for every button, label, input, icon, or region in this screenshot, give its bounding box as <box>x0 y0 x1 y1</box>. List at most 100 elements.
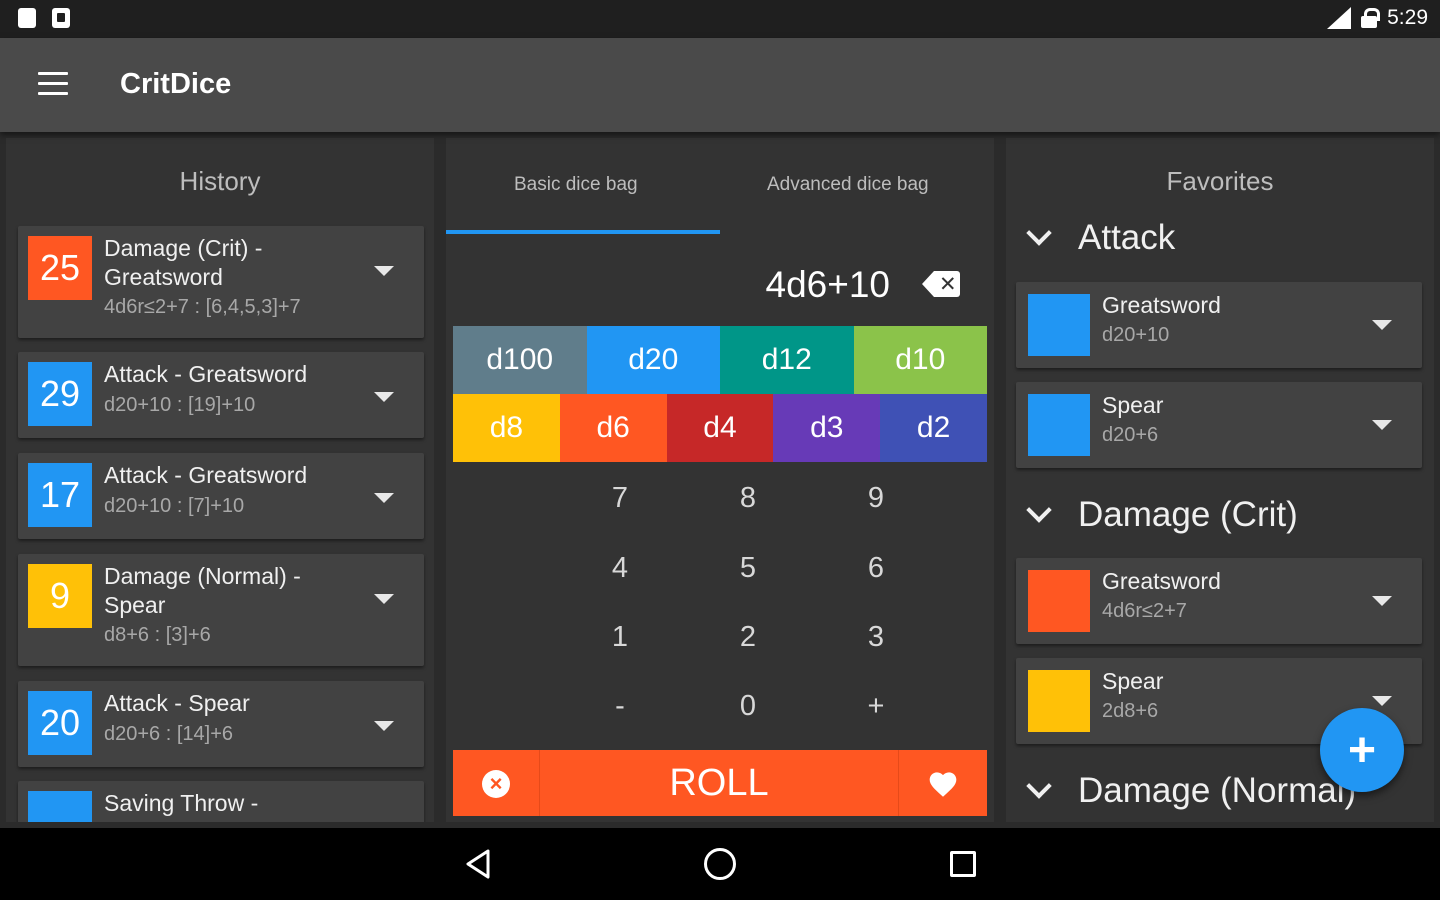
tab-advanced-dice-bag[interactable]: Advanced dice bag <box>767 174 929 196</box>
history-panel: History 25 Damage (Crit) - Greatsword 4d… <box>6 138 434 822</box>
favorites-header: Favorites <box>1166 166 1274 196</box>
lock-icon <box>1361 8 1381 28</box>
status-bar: 5:29 <box>0 0 1440 38</box>
key-2[interactable]: 2 <box>698 607 798 667</box>
history-item-formula: d20+10 : [19]+10 <box>104 394 256 416</box>
key-1[interactable]: 1 <box>570 607 670 667</box>
die-d12-button[interactable]: d12 <box>720 326 854 394</box>
result-badge: 29 <box>28 362 92 426</box>
history-item[interactable]: Saving Throw - <box>18 781 424 822</box>
history-item-formula: d8+6 : [3]+6 <box>104 624 211 646</box>
navigation-bar <box>0 828 1440 900</box>
key-3[interactable]: 3 <box>826 607 926 667</box>
sd-card-icon <box>18 8 36 28</box>
dropdown-arrow-icon[interactable] <box>374 594 394 604</box>
notification-icon <box>52 8 70 28</box>
app-title: CritDice <box>120 68 232 100</box>
favorite-item-formula: d20+6 <box>1102 424 1159 446</box>
favorite-item[interactable]: Greatsword 4d6r≤2+7 <box>1016 558 1422 644</box>
history-item-title: Attack - Greatsword <box>104 361 308 387</box>
favorite-item-formula: 4d6r≤2+7 <box>1102 600 1187 622</box>
roll-bar: × ROLL <box>453 750 987 816</box>
favorite-item-name: Greatsword <box>1102 568 1221 594</box>
history-item[interactable]: 25 Damage (Crit) - Greatsword 4d6r≤2+7 :… <box>18 226 424 338</box>
favorite-button[interactable] <box>899 750 987 816</box>
favorite-color-swatch <box>1028 570 1090 632</box>
dice-row-1: d100 d20 d12 d10 <box>453 326 987 394</box>
dropdown-arrow-icon[interactable] <box>374 392 394 402</box>
history-item-title: Damage (Crit) - Greatsword <box>104 235 263 290</box>
favorite-group-attack[interactable]: Attack <box>1024 218 1175 258</box>
add-favorite-button[interactable]: + <box>1320 708 1404 792</box>
recents-icon[interactable] <box>950 851 976 877</box>
key-5[interactable]: 5 <box>698 538 798 598</box>
history-item[interactable]: 9 Damage (Normal) - Spear d8+6 : [3]+6 <box>18 554 424 666</box>
dice-bag-panel: Basic dice bag Advanced dice bag 4d6+10 … <box>446 138 994 822</box>
die-d20-button[interactable]: d20 <box>586 326 720 394</box>
app-bar: CritDice <box>0 38 1440 132</box>
history-header: History <box>179 166 261 196</box>
die-d2-button[interactable]: d2 <box>880 394 987 462</box>
die-d6-button[interactable]: d6 <box>559 394 667 462</box>
key-0[interactable]: 0 <box>698 676 798 736</box>
dice-row-2: d8 d6 d4 d3 d2 <box>453 394 987 462</box>
key-6[interactable]: 6 <box>826 538 926 598</box>
tab-basic-dice-bag[interactable]: Basic dice bag <box>514 174 638 196</box>
heart-icon <box>929 772 957 797</box>
die-d8-button[interactable]: d8 <box>453 394 560 462</box>
dropdown-arrow-icon[interactable] <box>374 493 394 503</box>
favorite-item-name: Greatsword <box>1102 292 1221 318</box>
favorite-item[interactable]: Greatsword d20+10 <box>1016 282 1422 368</box>
dropdown-arrow-icon[interactable] <box>1372 696 1392 706</box>
history-item-title: Attack - Spear <box>104 690 250 716</box>
die-d100-button[interactable]: d100 <box>453 326 587 394</box>
roll-button[interactable]: ROLL <box>539 750 899 816</box>
result-badge: 9 <box>28 564 92 628</box>
favorite-group-damage-crit[interactable]: Damage (Crit) <box>1024 495 1298 535</box>
dropdown-arrow-icon[interactable] <box>374 266 394 276</box>
dropdown-arrow-icon[interactable] <box>1372 596 1392 606</box>
die-d10-button[interactable]: d10 <box>853 326 987 394</box>
chevron-down-icon <box>1026 497 1052 523</box>
history-item-formula: 4d6r≤2+7 : [6,4,5,3]+7 <box>104 296 301 318</box>
favorite-color-swatch <box>1028 394 1090 456</box>
favorite-item-name: Spear <box>1102 668 1164 694</box>
dropdown-arrow-icon[interactable] <box>1372 320 1392 330</box>
history-item-formula: d20+10 : [7]+10 <box>104 495 245 517</box>
result-badge: 25 <box>28 236 92 300</box>
status-time: 5:29 <box>1387 6 1428 29</box>
favorite-item[interactable]: Spear d20+6 <box>1016 382 1422 468</box>
key-4[interactable]: 4 <box>570 538 670 598</box>
favorite-group-title: Attack <box>1078 218 1176 257</box>
die-d4-button[interactable]: d4 <box>666 394 774 462</box>
chevron-down-icon <box>1026 773 1052 799</box>
chevron-down-icon <box>1026 220 1052 246</box>
result-badge <box>28 791 92 822</box>
history-item[interactable]: 29 Attack - Greatsword d20+10 : [19]+10 <box>18 352 424 438</box>
favorite-item-formula: 2d8+6 <box>1102 700 1159 722</box>
key-7[interactable]: 7 <box>570 468 670 528</box>
menu-icon[interactable] <box>38 72 70 98</box>
favorite-color-swatch <box>1028 294 1090 356</box>
tab-indicator <box>446 230 720 234</box>
history-item[interactable]: 20 Attack - Spear d20+6 : [14]+6 <box>18 681 424 767</box>
favorite-group-damage-normal[interactable]: Damage (Normal) <box>1024 771 1356 811</box>
key-9[interactable]: 9 <box>826 468 926 528</box>
backspace-icon[interactable]: ✕ <box>922 271 960 297</box>
dropdown-arrow-icon[interactable] <box>374 721 394 731</box>
clear-icon: × <box>482 770 510 798</box>
dropdown-arrow-icon[interactable] <box>1372 420 1392 430</box>
key-minus[interactable]: - <box>570 676 670 736</box>
clear-button[interactable]: × <box>453 750 539 816</box>
history-item[interactable]: 17 Attack - Greatsword d20+10 : [7]+10 <box>18 453 424 539</box>
back-icon[interactable] <box>464 848 492 880</box>
favorite-color-swatch <box>1028 670 1090 732</box>
signal-icon <box>1325 7 1352 29</box>
home-icon[interactable] <box>704 848 736 880</box>
key-8[interactable]: 8 <box>698 468 798 528</box>
dice-expression: 4d6+10 <box>765 264 891 305</box>
history-item-title: Saving Throw - <box>104 790 259 816</box>
key-plus[interactable]: + <box>826 676 926 736</box>
die-d3-button[interactable]: d3 <box>773 394 881 462</box>
result-badge: 17 <box>28 463 92 527</box>
